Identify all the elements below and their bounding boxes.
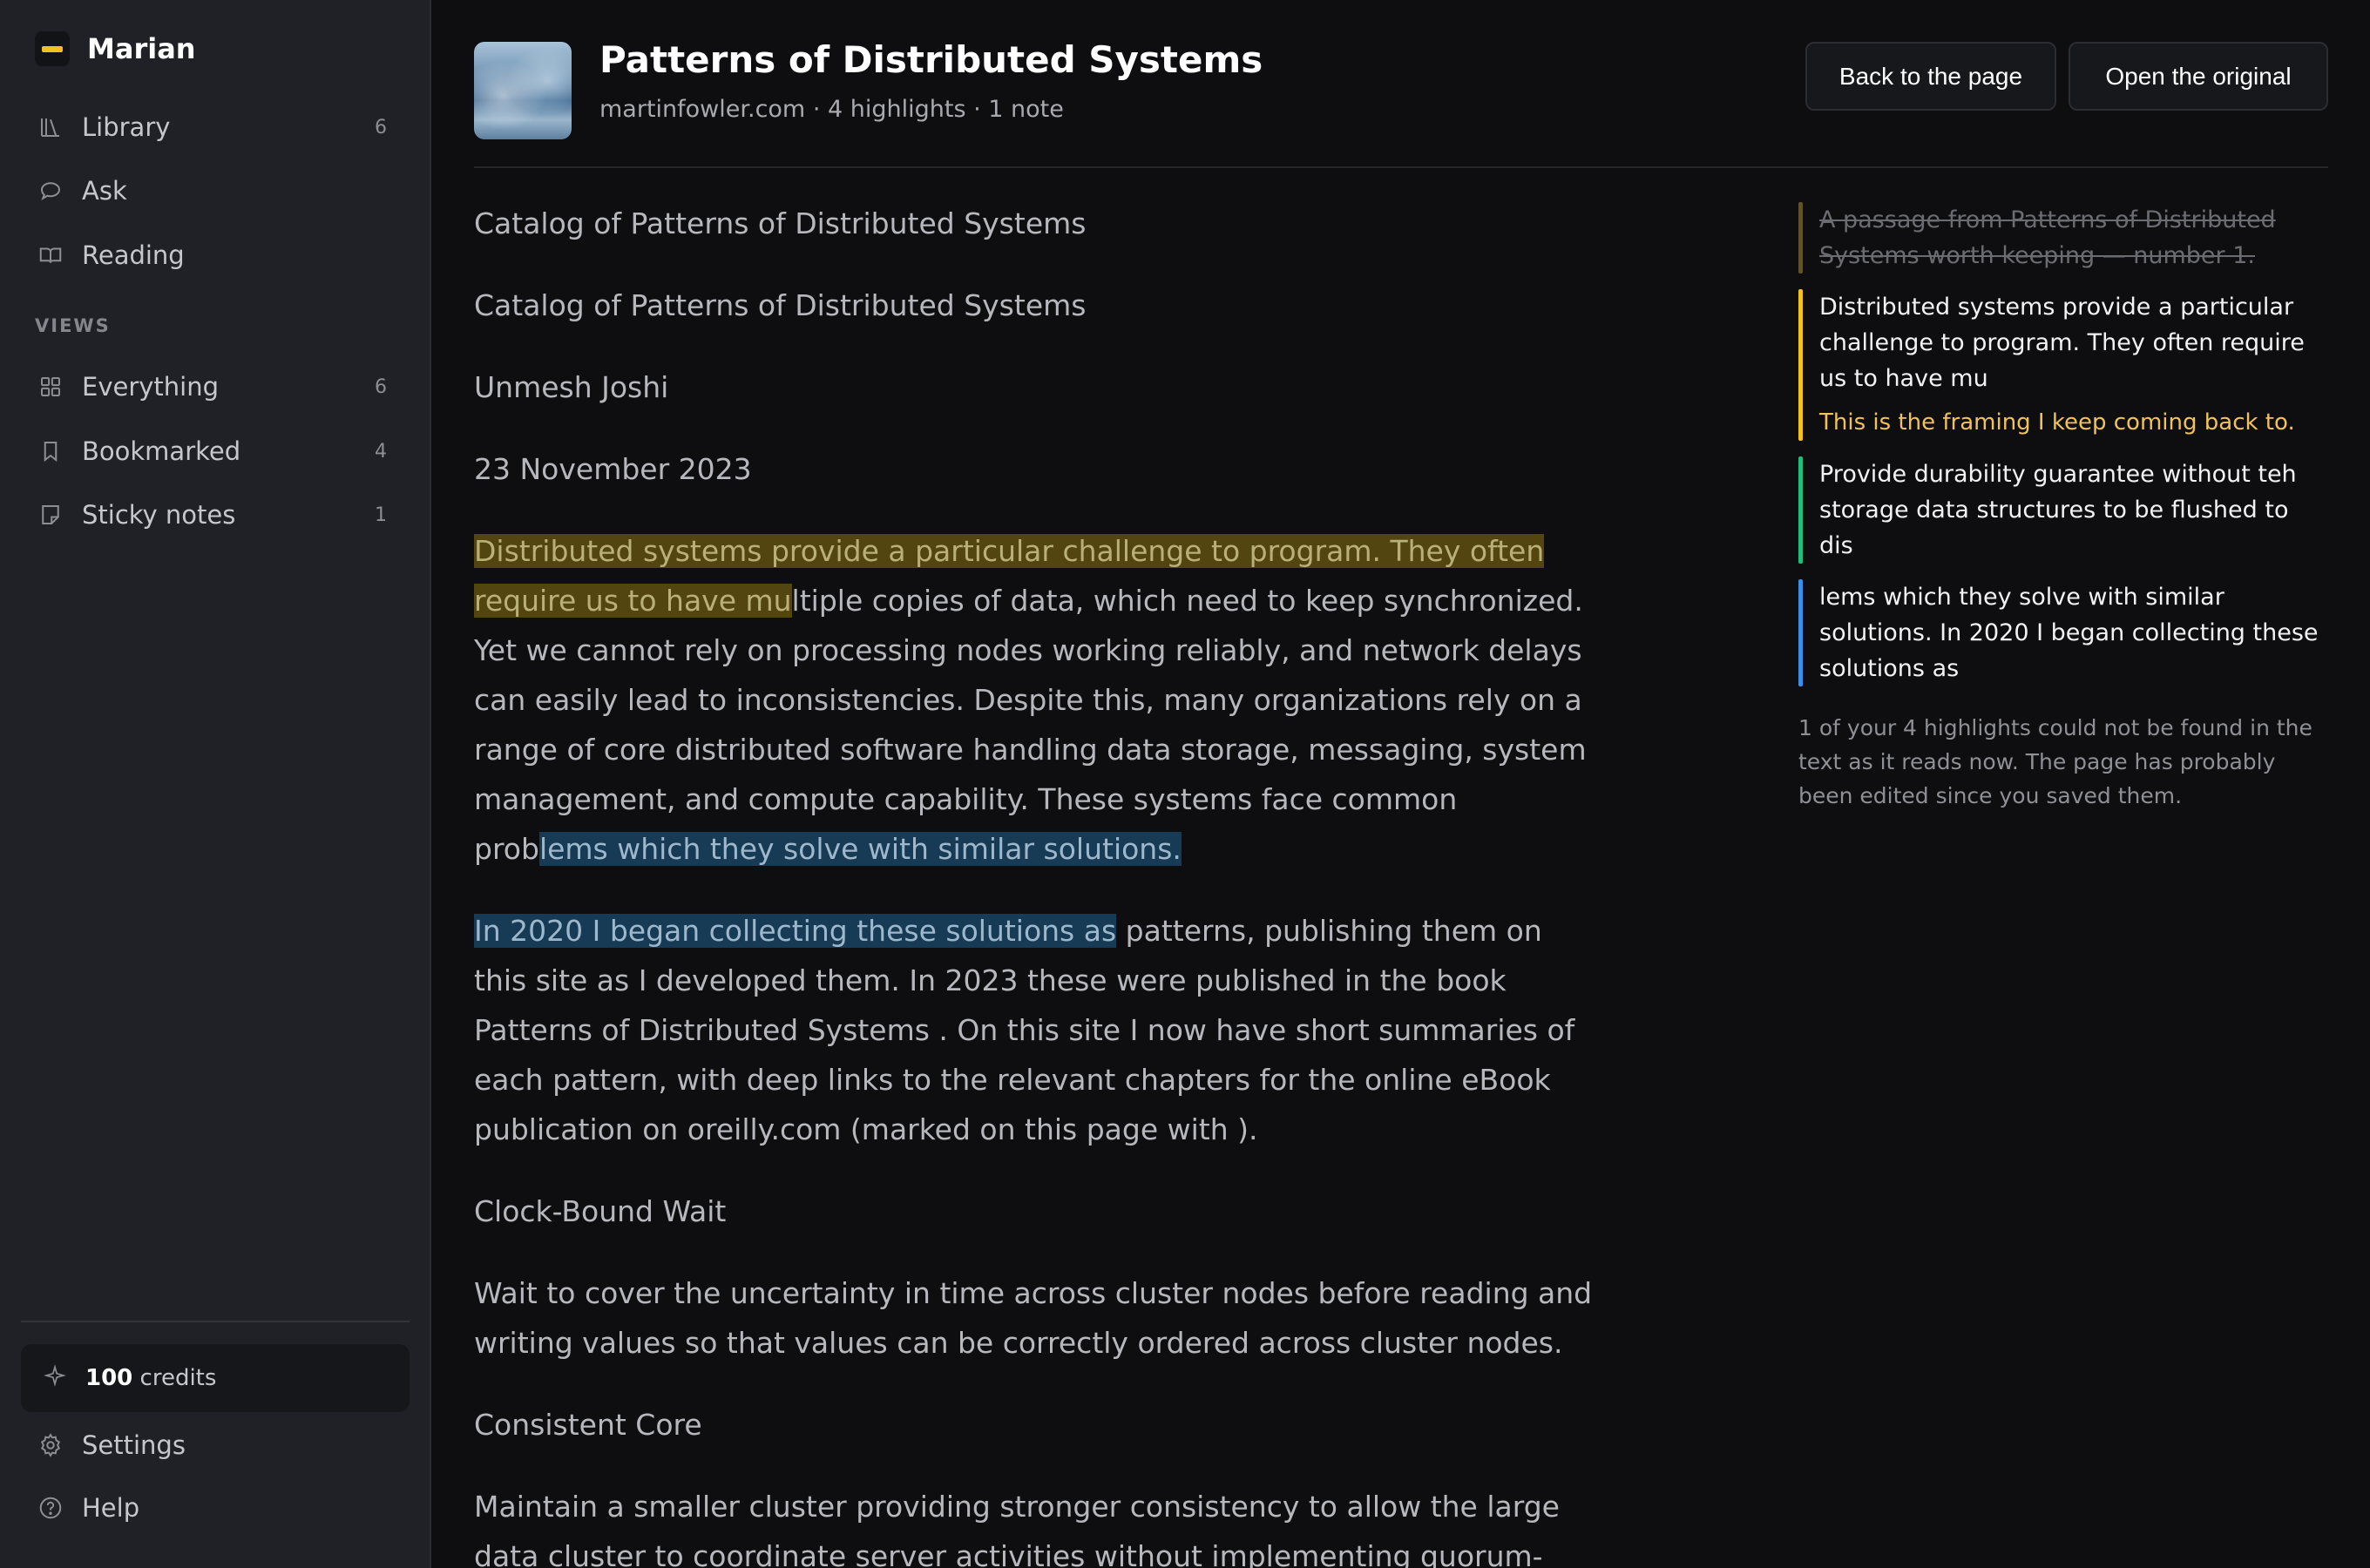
highlights-panel: A passage from Patterns of Distributed S…: [1798, 202, 2328, 813]
credits-label: credits: [139, 1365, 217, 1391]
article-paragraph: Clock-Bound Wait: [474, 1194, 727, 1228]
sidebar-item-label: Sticky notes: [82, 500, 236, 530]
missing-highlights-notice: 1 of your 4 highlights could not be foun…: [1798, 715, 2312, 808]
header-divider: [474, 166, 2328, 168]
sidebar-item-count: 1: [375, 504, 387, 526]
highlight-blue[interactable]: In 2020 I began collecting these solutio…: [474, 914, 1117, 948]
sparkle-icon: [44, 1363, 66, 1393]
open-original-button[interactable]: Open the original: [2069, 42, 2328, 111]
highlight-card-yellow[interactable]: Distributed systems provide a particular…: [1798, 289, 2328, 441]
highlight-text: Distributed systems provide a particular…: [1819, 294, 2305, 392]
highlight-card-blue[interactable]: lems which they solve with similar solut…: [1798, 579, 2328, 686]
bookmark-icon: [35, 436, 66, 467]
credits-amount: 100: [85, 1365, 133, 1391]
article-paragraph: Catalog of Patterns of Distributed Syste…: [474, 206, 1087, 240]
sidebar-item-label: Help: [82, 1493, 140, 1523]
sidebar-item-everything[interactable]: Everything 6: [35, 363, 392, 410]
article-paragraph: Catalog of Patterns of Distributed Syste…: [474, 288, 1087, 322]
help-circle-icon: [35, 1492, 66, 1524]
open-book-icon: [35, 240, 66, 271]
sidebar-item-label: Everything: [82, 372, 220, 402]
article-paragraph: Distributed systems provide a particular…: [474, 526, 1598, 874]
article-text: patterns, publishing them on this site a…: [474, 914, 1575, 1146]
sticky-note-icon: [35, 499, 66, 531]
article-paragraph: Wait to cover the uncertainty in time ac…: [474, 1276, 1593, 1360]
article-paragraph: Consistent Core: [474, 1408, 702, 1442]
sidebar-item-library[interactable]: Library 6: [35, 104, 392, 151]
article-paragraph: In 2020 I began collecting these solutio…: [474, 906, 1598, 1154]
marian-logo-icon: [35, 31, 70, 66]
views-section-label: VIEWS: [35, 315, 111, 336]
page-title: Patterns of Distributed Systems: [599, 38, 1263, 81]
sidebar-divider: [21, 1321, 410, 1322]
sidebar-item-settings[interactable]: Settings: [35, 1422, 392, 1469]
document-meta: martinfowler.com · 4 highlights · 1 note: [599, 96, 1064, 123]
sidebar-item-label: Ask: [82, 176, 127, 206]
sidebar-item-label: Bookmarked: [82, 436, 241, 466]
article-paragraph: Unmesh Joshi: [474, 370, 669, 404]
grid-icon: [35, 371, 66, 402]
document-thumbnail: [474, 42, 572, 139]
highlight-card-missing[interactable]: A passage from Patterns of Distributed S…: [1798, 202, 2328, 274]
sidebar-item-bookmarked[interactable]: Bookmarked 4: [35, 428, 392, 475]
sidebar-item-sticky-notes[interactable]: Sticky notes 1: [35, 491, 392, 538]
highlight-blue[interactable]: lems which they solve with similar solut…: [538, 832, 1182, 866]
back-to-page-button[interactable]: Back to the page: [1805, 42, 2056, 111]
article-paragraph: 23 November 2023: [474, 452, 752, 486]
brand[interactable]: Marian: [35, 31, 196, 66]
sidebar-item-label: Library: [82, 112, 171, 142]
article-paragraph: Maintain a smaller cluster providing str…: [474, 1490, 1560, 1568]
sidebar-item-count: 4: [375, 440, 387, 463]
article-text: ltiple copies of data, which need to kee…: [474, 584, 1587, 866]
highlight-note: This is the framing I keep coming back t…: [1819, 409, 2295, 436]
sidebar-item-label: Reading: [82, 240, 185, 270]
gear-icon: [35, 1429, 66, 1461]
sidebar-item-count: 6: [375, 375, 387, 398]
sidebar-item-help[interactable]: Help: [35, 1484, 392, 1531]
library-icon: [35, 112, 66, 143]
sidebar: Marian Library 6 Ask Reading VIEWS Every…: [0, 0, 431, 1568]
sidebar-item-ask[interactable]: Ask: [35, 167, 392, 214]
sidebar-item-reading[interactable]: Reading: [35, 232, 392, 279]
sidebar-item-label: Settings: [82, 1430, 186, 1460]
credits-badge[interactable]: 100 credits: [21, 1344, 410, 1412]
chat-bubble-icon: [35, 175, 66, 206]
article-body: Catalog of Patterns of Distributed Syste…: [474, 199, 1598, 1568]
sidebar-item-count: 6: [375, 116, 387, 139]
app-name: Marian: [87, 32, 196, 65]
highlight-card-green[interactable]: Provide durability guarantee without teh…: [1798, 456, 2328, 564]
